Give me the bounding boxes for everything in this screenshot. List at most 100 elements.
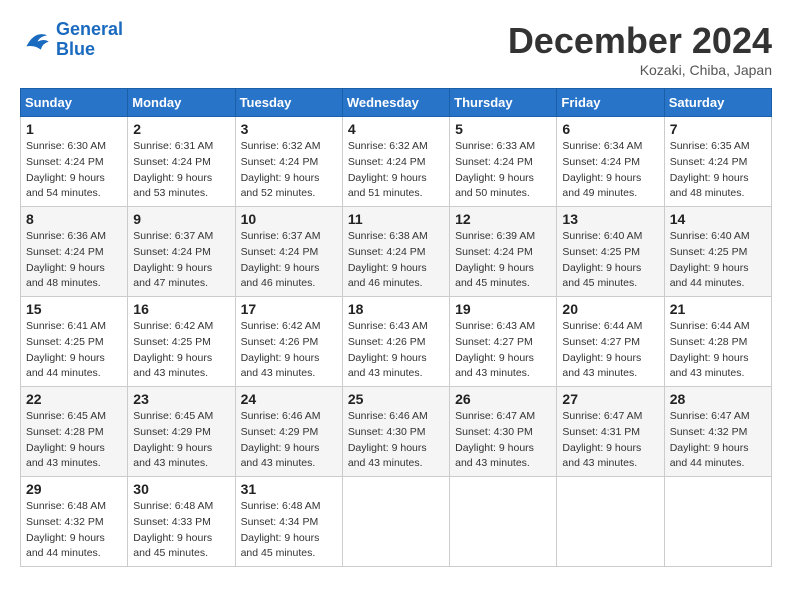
week-row-0: 1 Sunrise: 6:30 AM Sunset: 4:24 PM Dayli… xyxy=(21,117,772,207)
sunset-label: Sunset: 4:25 PM xyxy=(562,246,640,258)
weekday-header-row: Sunday Monday Tuesday Wednesday Thursday… xyxy=(21,89,772,117)
calendar-body: 1 Sunrise: 6:30 AM Sunset: 4:24 PM Dayli… xyxy=(21,117,772,567)
sunset-label: Sunset: 4:26 PM xyxy=(241,336,319,348)
calendar-cell-0-5: 6 Sunrise: 6:34 AM Sunset: 4:24 PM Dayli… xyxy=(557,117,664,207)
calendar-cell-3-2: 24 Sunrise: 6:46 AM Sunset: 4:29 PM Dayl… xyxy=(235,387,342,477)
day-info: Sunrise: 6:41 AM Sunset: 4:25 PM Dayligh… xyxy=(26,319,122,382)
day-number: 28 xyxy=(670,391,766,407)
daylight-label: Daylight: 9 hours and 48 minutes. xyxy=(670,172,749,200)
daylight-label: Daylight: 9 hours and 45 minutes. xyxy=(241,532,320,560)
sunrise-label: Sunrise: 6:44 AM xyxy=(670,320,750,332)
day-number: 24 xyxy=(241,391,337,407)
day-number: 12 xyxy=(455,211,551,227)
sunset-label: Sunset: 4:24 PM xyxy=(133,246,211,258)
calendar-cell-4-3 xyxy=(342,477,449,567)
day-number: 13 xyxy=(562,211,658,227)
daylight-label: Daylight: 9 hours and 43 minutes. xyxy=(455,352,534,380)
day-info: Sunrise: 6:42 AM Sunset: 4:25 PM Dayligh… xyxy=(133,319,229,382)
day-number: 27 xyxy=(562,391,658,407)
day-info: Sunrise: 6:43 AM Sunset: 4:27 PM Dayligh… xyxy=(455,319,551,382)
logo-line1: General xyxy=(56,19,123,39)
calendar-cell-4-2: 31 Sunrise: 6:48 AM Sunset: 4:34 PM Dayl… xyxy=(235,477,342,567)
sunset-label: Sunset: 4:29 PM xyxy=(133,426,211,438)
day-number: 31 xyxy=(241,481,337,497)
day-info: Sunrise: 6:31 AM Sunset: 4:24 PM Dayligh… xyxy=(133,139,229,202)
sunset-label: Sunset: 4:25 PM xyxy=(670,246,748,258)
sunrise-label: Sunrise: 6:40 AM xyxy=(562,230,642,242)
sunrise-label: Sunrise: 6:45 AM xyxy=(26,410,106,422)
calendar-cell-0-6: 7 Sunrise: 6:35 AM Sunset: 4:24 PM Dayli… xyxy=(664,117,771,207)
page-header: General Blue December 2024 Kozaki, Chiba… xyxy=(20,20,772,78)
sunset-label: Sunset: 4:25 PM xyxy=(26,336,104,348)
calendar-cell-4-5 xyxy=(557,477,664,567)
day-number: 8 xyxy=(26,211,122,227)
day-number: 21 xyxy=(670,301,766,317)
sunrise-label: Sunrise: 6:33 AM xyxy=(455,140,535,152)
sunset-label: Sunset: 4:24 PM xyxy=(348,246,426,258)
title-block: December 2024 Kozaki, Chiba, Japan xyxy=(508,20,772,78)
daylight-label: Daylight: 9 hours and 43 minutes. xyxy=(562,442,641,470)
sunrise-label: Sunrise: 6:47 AM xyxy=(455,410,535,422)
day-info: Sunrise: 6:30 AM Sunset: 4:24 PM Dayligh… xyxy=(26,139,122,202)
daylight-label: Daylight: 9 hours and 43 minutes. xyxy=(348,442,427,470)
day-info: Sunrise: 6:32 AM Sunset: 4:24 PM Dayligh… xyxy=(348,139,444,202)
sunrise-label: Sunrise: 6:35 AM xyxy=(670,140,750,152)
calendar-cell-1-2: 10 Sunrise: 6:37 AM Sunset: 4:24 PM Dayl… xyxy=(235,207,342,297)
sunrise-label: Sunrise: 6:46 AM xyxy=(348,410,428,422)
daylight-label: Daylight: 9 hours and 52 minutes. xyxy=(241,172,320,200)
logo: General Blue xyxy=(20,20,123,60)
day-info: Sunrise: 6:33 AM Sunset: 4:24 PM Dayligh… xyxy=(455,139,551,202)
sunset-label: Sunset: 4:24 PM xyxy=(241,156,319,168)
calendar-cell-2-0: 15 Sunrise: 6:41 AM Sunset: 4:25 PM Dayl… xyxy=(21,297,128,387)
calendar-cell-4-0: 29 Sunrise: 6:48 AM Sunset: 4:32 PM Dayl… xyxy=(21,477,128,567)
calendar-cell-2-2: 17 Sunrise: 6:42 AM Sunset: 4:26 PM Dayl… xyxy=(235,297,342,387)
calendar-cell-4-6 xyxy=(664,477,771,567)
week-row-3: 22 Sunrise: 6:45 AM Sunset: 4:28 PM Dayl… xyxy=(21,387,772,477)
day-info: Sunrise: 6:44 AM Sunset: 4:28 PM Dayligh… xyxy=(670,319,766,382)
calendar-cell-0-2: 3 Sunrise: 6:32 AM Sunset: 4:24 PM Dayli… xyxy=(235,117,342,207)
calendar-cell-2-5: 20 Sunrise: 6:44 AM Sunset: 4:27 PM Dayl… xyxy=(557,297,664,387)
daylight-label: Daylight: 9 hours and 43 minutes. xyxy=(133,352,212,380)
sunrise-label: Sunrise: 6:34 AM xyxy=(562,140,642,152)
calendar-header: Sunday Monday Tuesday Wednesday Thursday… xyxy=(21,89,772,117)
sunset-label: Sunset: 4:32 PM xyxy=(670,426,748,438)
daylight-label: Daylight: 9 hours and 50 minutes. xyxy=(455,172,534,200)
week-row-2: 15 Sunrise: 6:41 AM Sunset: 4:25 PM Dayl… xyxy=(21,297,772,387)
col-wednesday: Wednesday xyxy=(342,89,449,117)
col-sunday: Sunday xyxy=(21,89,128,117)
day-number: 14 xyxy=(670,211,766,227)
day-info: Sunrise: 6:47 AM Sunset: 4:31 PM Dayligh… xyxy=(562,409,658,472)
day-info: Sunrise: 6:39 AM Sunset: 4:24 PM Dayligh… xyxy=(455,229,551,292)
sunset-label: Sunset: 4:27 PM xyxy=(455,336,533,348)
calendar-cell-2-4: 19 Sunrise: 6:43 AM Sunset: 4:27 PM Dayl… xyxy=(450,297,557,387)
sunrise-label: Sunrise: 6:42 AM xyxy=(241,320,321,332)
sunset-label: Sunset: 4:26 PM xyxy=(348,336,426,348)
daylight-label: Daylight: 9 hours and 43 minutes. xyxy=(241,352,320,380)
daylight-label: Daylight: 9 hours and 43 minutes. xyxy=(455,442,534,470)
daylight-label: Daylight: 9 hours and 45 minutes. xyxy=(133,532,212,560)
calendar-table: Sunday Monday Tuesday Wednesday Thursday… xyxy=(20,88,772,567)
day-info: Sunrise: 6:40 AM Sunset: 4:25 PM Dayligh… xyxy=(562,229,658,292)
calendar-cell-1-3: 11 Sunrise: 6:38 AM Sunset: 4:24 PM Dayl… xyxy=(342,207,449,297)
sunset-label: Sunset: 4:29 PM xyxy=(241,426,319,438)
sunset-label: Sunset: 4:24 PM xyxy=(133,156,211,168)
day-number: 23 xyxy=(133,391,229,407)
logo-icon xyxy=(20,24,52,56)
day-number: 2 xyxy=(133,121,229,137)
sunrise-label: Sunrise: 6:40 AM xyxy=(670,230,750,242)
sunset-label: Sunset: 4:25 PM xyxy=(133,336,211,348)
daylight-label: Daylight: 9 hours and 45 minutes. xyxy=(562,262,641,290)
sunset-label: Sunset: 4:24 PM xyxy=(26,246,104,258)
day-number: 25 xyxy=(348,391,444,407)
day-number: 7 xyxy=(670,121,766,137)
daylight-label: Daylight: 9 hours and 54 minutes. xyxy=(26,172,105,200)
calendar-cell-1-0: 8 Sunrise: 6:36 AM Sunset: 4:24 PM Dayli… xyxy=(21,207,128,297)
day-number: 10 xyxy=(241,211,337,227)
sunset-label: Sunset: 4:24 PM xyxy=(348,156,426,168)
sunrise-label: Sunrise: 6:47 AM xyxy=(562,410,642,422)
calendar-cell-1-4: 12 Sunrise: 6:39 AM Sunset: 4:24 PM Dayl… xyxy=(450,207,557,297)
calendar-cell-0-1: 2 Sunrise: 6:31 AM Sunset: 4:24 PM Dayli… xyxy=(128,117,235,207)
day-number: 11 xyxy=(348,211,444,227)
calendar-cell-2-3: 18 Sunrise: 6:43 AM Sunset: 4:26 PM Dayl… xyxy=(342,297,449,387)
sunrise-label: Sunrise: 6:30 AM xyxy=(26,140,106,152)
